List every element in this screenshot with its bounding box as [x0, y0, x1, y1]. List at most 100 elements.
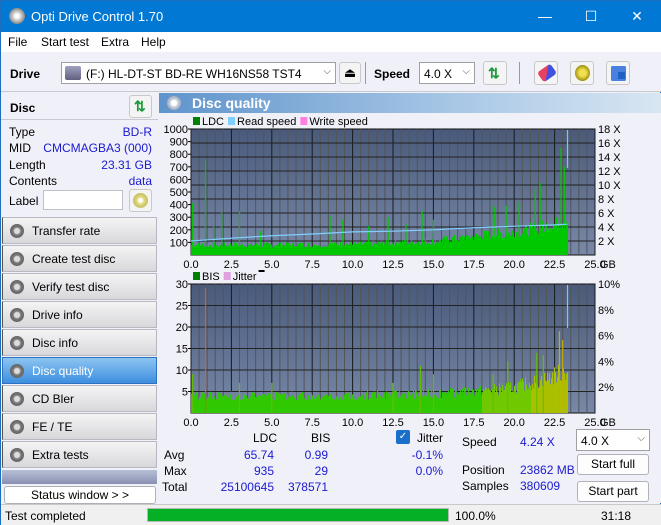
- nav-transfer-rate[interactable]: Transfer rate: [2, 217, 157, 244]
- chevron-down-icon: ⌵: [637, 433, 645, 444]
- x-tick-label: 10.0: [342, 417, 363, 428]
- menu-extra[interactable]: Extra: [101, 35, 129, 49]
- menu-start-test[interactable]: Start test: [41, 35, 89, 49]
- nav-disc-quality[interactable]: Disc quality: [2, 357, 157, 384]
- legend-label: Read speed: [237, 116, 296, 128]
- y2-tick-label: 18 X: [598, 124, 621, 136]
- nav-label: Disc info: [32, 336, 79, 350]
- minimize-button[interactable]: —: [522, 1, 568, 32]
- x-tick-label: 20.0: [503, 417, 524, 428]
- x-tick-label: 7.5: [305, 259, 320, 268]
- nav-disc-info[interactable]: Disc info: [2, 329, 157, 356]
- row-value: CMCMAGBA3 (000): [43, 141, 152, 155]
- settings-button[interactable]: [570, 61, 594, 85]
- disc-mid-row: MID CMCMAGBA3 (000): [9, 141, 152, 157]
- disc-label-input[interactable]: [43, 190, 123, 210]
- y2-tick-label: 2%: [598, 382, 614, 394]
- y-tick-label: 600: [170, 174, 188, 186]
- test-speed-value: 4.0 X: [581, 434, 610, 448]
- y-tick-label: 200: [170, 225, 188, 237]
- test-speed-select[interactable]: 4.0 X ⌵: [576, 429, 650, 451]
- speed-stat-label: Speed: [462, 435, 497, 449]
- floppy-disk-icon: [611, 66, 626, 81]
- x-tick-label: 22.5: [544, 259, 565, 268]
- y-tick-label: 500: [170, 187, 188, 199]
- max-jitter: 0.0%: [415, 464, 443, 478]
- erase-button[interactable]: [534, 61, 558, 85]
- nav-label: Transfer rate: [32, 224, 101, 238]
- legend-label: Write speed: [309, 116, 368, 128]
- total-label: Total: [162, 480, 188, 494]
- status-window-button[interactable]: Status window > >: [4, 486, 156, 504]
- y2-tick-label: 16 X: [598, 138, 621, 150]
- menu-help[interactable]: Help: [141, 35, 166, 49]
- total-ldc: 25100645: [220, 480, 274, 494]
- save-button[interactable]: [606, 61, 630, 85]
- app-disc-icon: [9, 8, 25, 24]
- nav-verify-test-disc[interactable]: Verify test disc: [2, 273, 157, 300]
- x-tick-label: 5.0: [264, 417, 279, 428]
- max-label: Max: [164, 464, 187, 478]
- row-value: data: [128, 174, 152, 188]
- refresh-button[interactable]: ⇅: [483, 61, 507, 85]
- nav-footer-strip: [2, 470, 157, 484]
- x-axis-label: GB: [600, 259, 616, 268]
- chevron-down-icon: ⌵: [323, 66, 331, 77]
- x-tick-label: 12.5: [382, 417, 403, 428]
- y-tick-label: 25: [176, 301, 188, 313]
- nav-extra-tests[interactable]: Extra tests: [2, 441, 157, 468]
- cd-icon: [133, 193, 148, 208]
- refresh-arrows-icon: ⇅: [134, 98, 146, 114]
- disc-header-title: Disc: [10, 101, 36, 115]
- maximize-button[interactable]: ☐: [568, 1, 614, 32]
- disc-length-row: Length 23.31 GB: [9, 158, 152, 174]
- x-tick-label: 2.5: [224, 417, 239, 428]
- legend-dash: [258, 270, 265, 272]
- col-ldc-header: LDC: [253, 431, 278, 445]
- nav-create-test-disc[interactable]: Create test disc: [2, 245, 157, 272]
- start-full-button[interactable]: Start full: [577, 454, 649, 475]
- toolbar-separator: [519, 62, 520, 84]
- progress-fill: [148, 509, 448, 521]
- row-key: MID: [9, 141, 31, 155]
- speed-select[interactable]: 4.0 X ⌵: [419, 62, 475, 84]
- position-value: 23862 MB: [520, 463, 575, 477]
- start-part-button[interactable]: Start part: [577, 481, 649, 502]
- disc-icon: [10, 224, 24, 238]
- menu-file[interactable]: File: [8, 35, 27, 49]
- nav-label: Disc quality: [32, 364, 94, 378]
- x-axis-label: GB: [600, 417, 616, 428]
- nav-cd-bler[interactable]: CD Bler: [2, 385, 157, 412]
- status-bar: Test completed 100.0% 31:18: [1, 504, 661, 525]
- progress-text: 100.0%: [455, 509, 496, 523]
- legend-swatch: [193, 117, 200, 125]
- nav-drive-info[interactable]: Drive info: [2, 301, 157, 328]
- disc-contents-row: Contents data: [9, 174, 152, 190]
- legend-swatch: [300, 117, 308, 125]
- progress-bar: [147, 508, 449, 522]
- nav-fe-te[interactable]: FE / TE: [2, 413, 157, 440]
- disc-header: Disc ⇅: [1, 93, 158, 120]
- total-bis: 378571: [287, 480, 328, 494]
- y2-tick-label: 8%: [598, 305, 614, 317]
- drive-select[interactable]: (F:) HL-DT-ST BD-RE WH16NS58 TST4 ⌵: [61, 62, 336, 84]
- bis-chart: 5 10 15 20 25 30 2% 4% 6% 8% 10% 0.0 2.5 5.0 7.5 10.0 12…: [176, 270, 620, 428]
- avg-bis: 0.99: [304, 448, 328, 462]
- drive-label: Drive: [10, 67, 41, 81]
- x-tick-label: 7.5: [305, 417, 320, 428]
- y2-tick-label: 10 X: [598, 180, 621, 192]
- jitter-checkbox[interactable]: ✓: [396, 430, 410, 444]
- eject-button[interactable]: ⏏: [339, 62, 361, 84]
- disc-icon: [10, 448, 24, 462]
- toolbar: Drive (F:) HL-DT-ST BD-RE WH16NS58 TST4 …: [1, 52, 661, 92]
- disc-label-button[interactable]: [129, 189, 152, 212]
- disc-refresh-button[interactable]: ⇅: [129, 95, 152, 118]
- legend-label: Jitter: [233, 271, 257, 283]
- title-bar: Opti Drive Control 1.70 — ☐ ✕: [1, 1, 661, 32]
- close-button[interactable]: ✕: [614, 1, 660, 32]
- row-value: BD-R: [122, 125, 152, 139]
- y2-tick-label: 8 X: [598, 194, 615, 206]
- row-key: Type: [9, 125, 36, 139]
- position-label: Position: [462, 463, 505, 477]
- y-tick-label: 1000: [164, 124, 188, 136]
